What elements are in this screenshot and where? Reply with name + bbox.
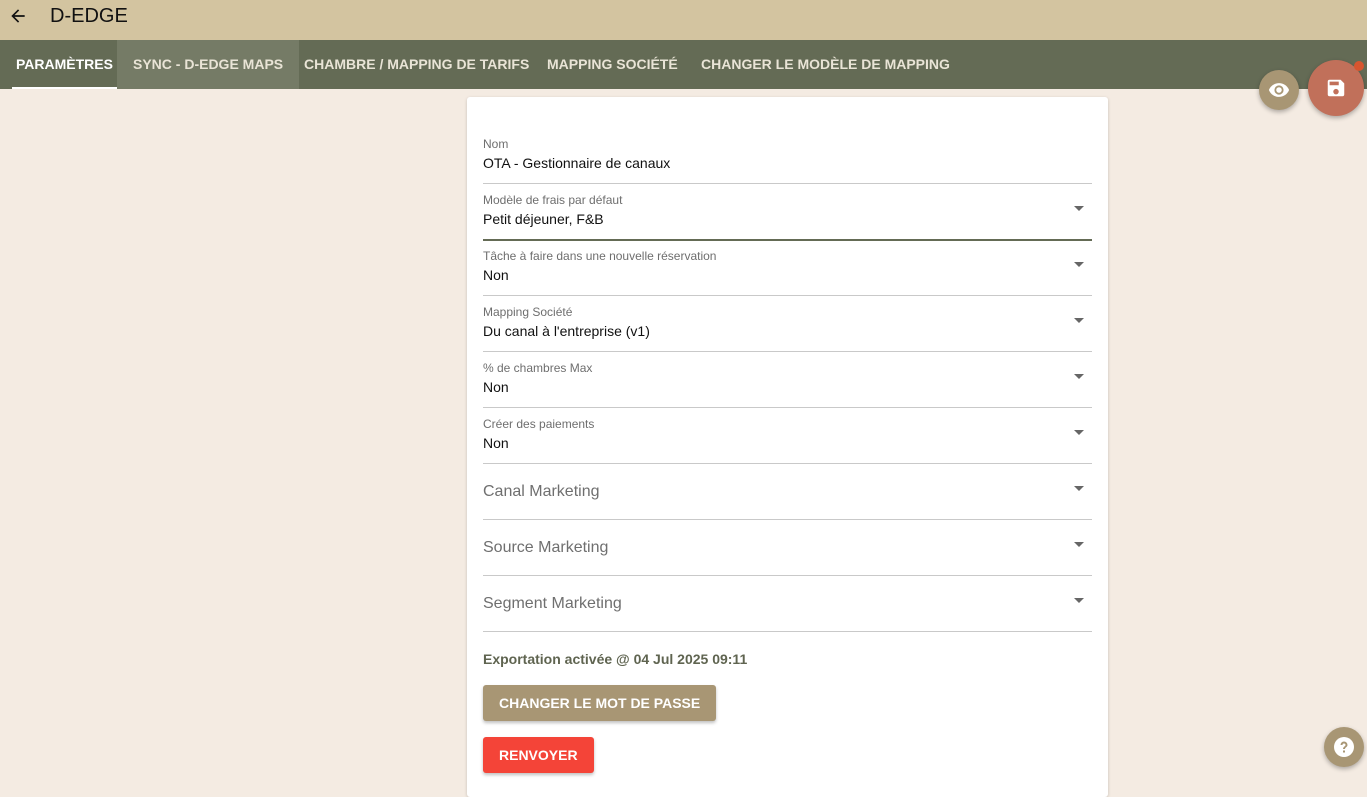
- chevron-down-icon: [1074, 262, 1084, 267]
- back-button[interactable]: [6, 4, 30, 28]
- floppy-disk-icon: [1327, 79, 1345, 97]
- company-mapping-value: Du canal à l'entreprise (v1): [483, 323, 650, 339]
- company-mapping-label: Mapping Société: [483, 305, 573, 319]
- tab-label: CHANGER LE MODÈLE DE MAPPING: [701, 56, 950, 72]
- active-tab-indicator: [12, 87, 117, 89]
- chevron-down-icon: [1074, 598, 1084, 603]
- name-field[interactable]: Nom OTA - Gestionnaire de canaux: [483, 137, 1092, 184]
- question-mark-icon: [1334, 737, 1354, 757]
- payments-label: Créer des paiements: [483, 417, 595, 431]
- max-rooms-value: Non: [483, 379, 509, 395]
- tab-change-mapping-model[interactable]: CHANGER LE MODÈLE DE MAPPING: [685, 40, 966, 89]
- resend-button[interactable]: RENVOYER: [483, 737, 594, 773]
- tab-bar: PARAMÈTRES SYNC - D-EDGE MAPS CHAMBRE / …: [0, 40, 1367, 89]
- marketing-channel-select[interactable]: Canal Marketing: [483, 473, 1092, 520]
- chevron-down-icon: [1074, 206, 1084, 211]
- chevron-down-icon: [1074, 542, 1084, 547]
- chevron-down-icon: [1074, 374, 1084, 379]
- name-label: Nom: [483, 137, 509, 151]
- unsaved-changes-badge: [1354, 61, 1364, 71]
- chevron-down-icon: [1074, 430, 1084, 435]
- fee-model-value: Petit déjeuner, F&B: [483, 211, 604, 227]
- eye-icon: [1268, 83, 1290, 97]
- fee-model-label: Modèle de frais par défaut: [483, 193, 623, 207]
- payments-value: Non: [483, 435, 509, 451]
- tab-company-mapping[interactable]: MAPPING SOCIÉTÉ: [531, 40, 694, 89]
- top-bar: D-EDGE: [0, 0, 1367, 40]
- marketing-segment-placeholder: Segment Marketing: [483, 595, 622, 612]
- arrow-left-icon: [11, 9, 25, 23]
- max-rooms-select[interactable]: % de chambres Max Non: [483, 361, 1092, 408]
- tab-label: SYNC - D-EDGE MAPS: [133, 56, 284, 72]
- tab-parametres[interactable]: PARAMÈTRES: [0, 40, 129, 89]
- fee-model-select[interactable]: Modèle de frais par défaut Petit déjeune…: [483, 193, 1092, 241]
- settings-card: Nom OTA - Gestionnaire de canaux Modèle …: [467, 97, 1108, 797]
- max-rooms-label: % de chambres Max: [483, 361, 593, 375]
- page-title: D-EDGE: [50, 5, 128, 27]
- preview-button[interactable]: [1259, 70, 1299, 110]
- export-status: Exportation activée @ 04 Jul 2025 09:11: [483, 651, 748, 667]
- tab-room-rate-mapping[interactable]: CHAMBRE / MAPPING DE TARIFS: [288, 40, 545, 89]
- marketing-source-select[interactable]: Source Marketing: [483, 529, 1092, 576]
- tab-label: PARAMÈTRES: [16, 56, 113, 72]
- name-value: OTA - Gestionnaire de canaux: [483, 155, 671, 171]
- tab-label: MAPPING SOCIÉTÉ: [547, 56, 678, 72]
- chevron-down-icon: [1074, 486, 1084, 491]
- chevron-down-icon: [1074, 318, 1084, 323]
- marketing-segment-select[interactable]: Segment Marketing: [483, 585, 1092, 632]
- tab-sync-dedge-maps[interactable]: SYNC - D-EDGE MAPS: [117, 40, 300, 89]
- company-mapping-select[interactable]: Mapping Société Du canal à l'entreprise …: [483, 305, 1092, 352]
- marketing-channel-placeholder: Canal Marketing: [483, 483, 600, 500]
- help-button[interactable]: [1324, 727, 1364, 767]
- task-label: Tâche à faire dans une nouvelle réservat…: [483, 249, 717, 263]
- change-password-button[interactable]: CHANGER LE MOT DE PASSE: [483, 685, 717, 721]
- task-value: Non: [483, 267, 509, 283]
- tab-label: CHAMBRE / MAPPING DE TARIFS: [304, 56, 530, 72]
- marketing-source-placeholder: Source Marketing: [483, 539, 609, 556]
- new-reservation-task-select[interactable]: Tâche à faire dans une nouvelle réservat…: [483, 249, 1092, 296]
- create-payments-select[interactable]: Créer des paiements Non: [483, 417, 1092, 464]
